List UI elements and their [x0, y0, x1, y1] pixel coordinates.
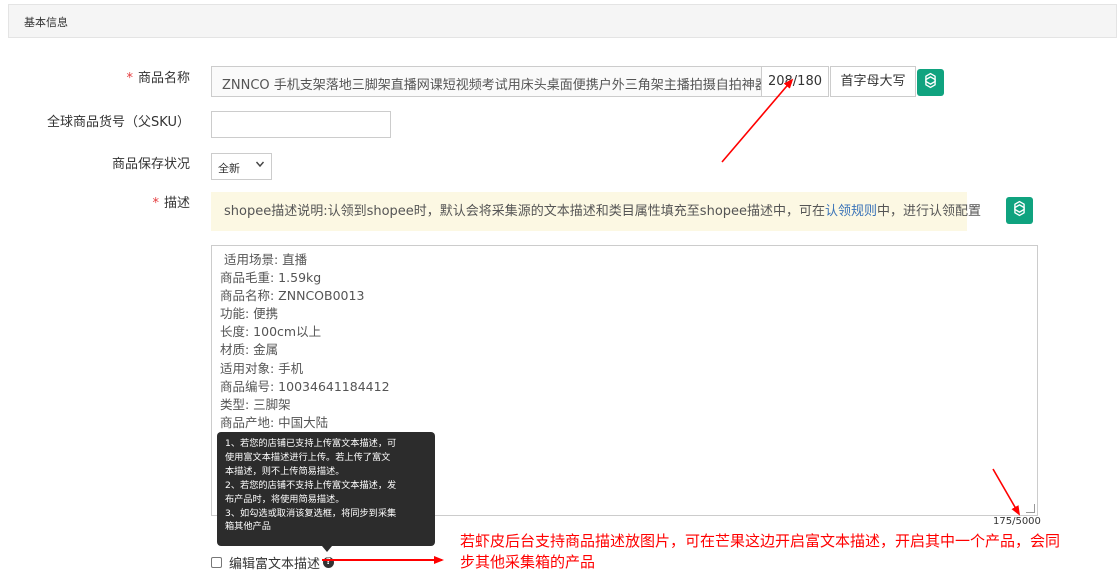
rich-text-checkbox[interactable]: [211, 557, 222, 568]
shopee-description-notice: shopee描述说明:认领到shopee时，默认会将采集源的文本描述和类目属性填…: [211, 192, 981, 231]
tooltip-line: 1、若您的店铺已支持上传富文本描述，可: [225, 438, 397, 449]
annotation-line: 若虾皮后台支持商品描述放图片，可在芒果这边开启富文本描述，开启其中一个产品，会同: [460, 532, 1061, 550]
title-input[interactable]: ZNNCO 手机支架落地三脚架直播网课短视频考试用床头桌面便携户外三角架主播拍摄…: [211, 66, 762, 97]
panel-title: 基本信息: [24, 16, 68, 29]
required-mark: *: [126, 71, 133, 86]
description-line: 商品编号: 10034641184412: [220, 378, 390, 394]
annotation-line: 步其他采集箱的产品: [460, 553, 596, 571]
description-line: 功能: 便携: [220, 306, 279, 322]
tooltip-line: 本描述，则不上传简易描述。: [225, 465, 345, 477]
tooltip-line: 2、若您的店铺不支持上传富文本描述，发: [225, 479, 397, 491]
openai-logo-icon: [1010, 199, 1029, 222]
annotation-note: 若虾皮后台支持商品描述放图片，可在芒果这边开启富文本描述，开启其中一个产品，会同…: [460, 531, 1110, 573]
title-char-counter: 208/180: [761, 66, 829, 97]
condition-value: 全新: [218, 162, 240, 175]
title-label: 商品名称: [137, 71, 190, 86]
panel-header: 基本信息: [8, 4, 1117, 38]
description-line: 长度: 100cm以上: [220, 324, 322, 340]
condition-label: 商品保存状况: [111, 157, 190, 172]
required-mark: *: [152, 196, 159, 211]
resize-handle[interactable]: [1026, 504, 1035, 513]
capitalize-button[interactable]: 首字母大写: [830, 66, 916, 97]
openai-logo-icon: [921, 71, 940, 94]
chatgpt-description-button[interactable]: [1006, 197, 1033, 224]
question-circle-icon[interactable]: ?: [323, 557, 335, 568]
tooltip-line: 使用富文本描述进行上传。若上传了富文: [225, 451, 391, 463]
tooltip-line: 箱其他产品: [225, 521, 271, 533]
rich-text-row: 编辑富文本描述 ?: [211, 553, 335, 572]
claim-rules-link[interactable]: 认领规则: [825, 204, 877, 219]
sku-input[interactable]: [211, 111, 391, 138]
description-line: 材质: 金属: [220, 342, 279, 358]
description-line: 适用对象: 手机: [220, 360, 304, 376]
description-line: 商品毛重: 1.59kg: [220, 270, 322, 286]
description-line: 商品产地: 中国大陆: [220, 414, 329, 430]
title-label-wrap: * 商品名称: [126, 67, 190, 86]
notice-text-after: 中，进行认领配置: [877, 204, 982, 219]
tooltip-line: 3、如勾选或取消该复选框，将同步到采集: [225, 507, 397, 519]
rich-text-label[interactable]: 编辑富文本描述: [229, 553, 320, 572]
description-label: 描述: [163, 196, 190, 211]
description-label-wrap: * 描述: [152, 192, 190, 211]
description-line: 商品名称: ZNNCOB0013: [220, 288, 365, 304]
notice-text-before: shopee描述说明:认领到shopee时，默认会将采集源的文本描述和类目属性填…: [224, 204, 826, 219]
condition-select[interactable]: 全新: [211, 153, 272, 180]
sku-label: 全球商品货号（父SKU）: [47, 115, 190, 130]
description-char-count: 175/5000: [993, 516, 1041, 527]
tooltip-line: 布产品时，将使用简易描述。: [225, 493, 345, 505]
tooltip-arrow: [322, 546, 332, 552]
chevron-down-icon: [255, 159, 265, 172]
rich-text-tooltip: 1、若您的店铺已支持上传富文本描述，可 使用富文本描述进行上传。若上传了富文 本…: [217, 432, 435, 546]
chatgpt-title-button[interactable]: [917, 69, 944, 96]
description-line: 类型: 三脚架: [220, 396, 291, 412]
description-line: 适用场景: 直播: [220, 252, 308, 267]
